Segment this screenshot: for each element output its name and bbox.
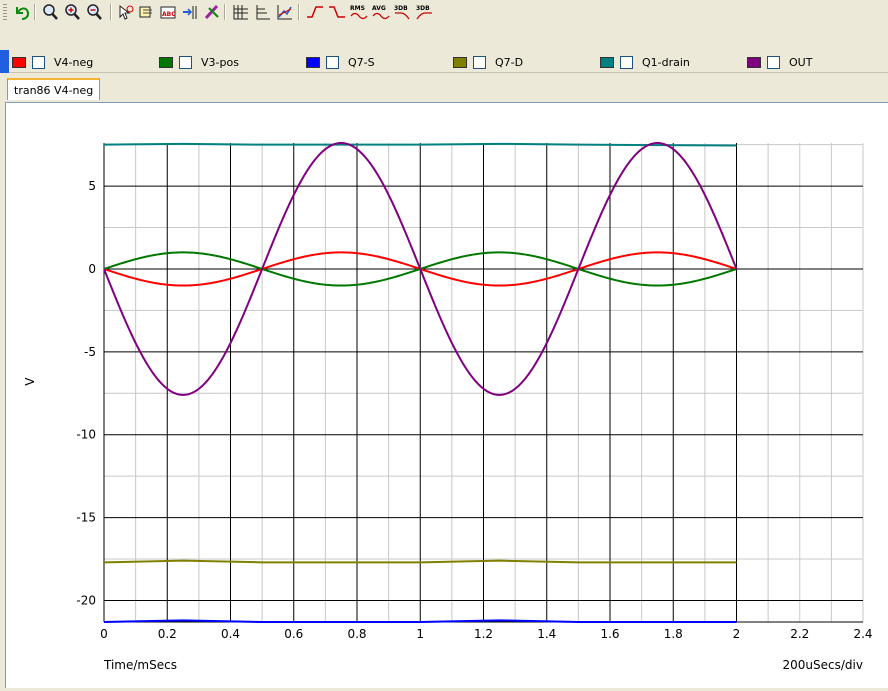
legend-color-swatch[interactable] [747,56,761,68]
scale-button[interactable] [274,3,294,21]
svg-text:AVG: AVG [372,5,386,12]
x-tick-label: 0 [100,627,108,641]
svg-text:ABC: ABC [162,11,176,18]
toolbar: ABC RMS AVG 3DB 3DB [0,0,888,24]
legend-checkbox[interactable] [767,55,780,69]
toolbar-separator [224,4,226,20]
legend-color-swatch[interactable] [453,56,467,68]
zoom-out-icon [86,4,102,20]
legend-label: Q7-D [495,55,524,69]
toolbar-separator [110,4,112,20]
pan-button[interactable] [136,3,156,21]
svg-text:3DB: 3DB [394,5,408,12]
legend-label: V3-pos [201,55,239,69]
y-tick-label: -5 [84,345,96,359]
tab-strip: tran86 V4-neg [0,73,888,103]
legend-color-swatch[interactable] [12,56,26,68]
rms-button[interactable]: RMS [348,3,368,21]
svg-text:RMS: RMS [350,5,365,12]
plot-panel: 0 0.2 0.4 0.6 0.8 1 1.2 1.4 1.6 1.8 2 2.2 2.4 5 0 -5 -10… [5,102,888,688]
y-axis-label: V [23,377,37,386]
zoom-out-button[interactable] [84,3,104,21]
zoom-icon [42,4,58,20]
axis-button[interactable] [252,3,272,21]
legend-bar: V4-neg V3-pos Q7-S Q7-D Q1-drain OUT [0,24,888,96]
axis-icon [256,5,270,20]
chart[interactable]: 0 0.2 0.4 0.6 0.8 1 1.2 1.4 1.6 1.8 2 2.2 2.4 5 0 -5 -10… [6,103,888,688]
x-tick-label: 1 [416,627,424,641]
legend-checkbox[interactable] [179,55,192,69]
x-tick-label: 0.2 [158,627,177,641]
rms-icon: RMS [350,5,368,20]
toolbar-separator [298,4,300,20]
legend-item: Q7-D [453,54,523,70]
y-tick-label: -20 [76,593,96,607]
x-division-label: 200uSecs/div [783,658,863,672]
fall-edge-icon [328,6,345,18]
insert-button[interactable] [180,3,200,21]
undo-button[interactable] [12,3,32,21]
pan-icon [139,6,152,18]
rise-edge-icon [306,6,323,18]
marker-button[interactable] [202,3,222,21]
y-tick-label: 5 [88,179,96,193]
legend-color-swatch[interactable] [159,56,173,68]
label-button[interactable]: ABC [158,3,178,21]
rise-button[interactable] [304,3,324,21]
x-tick-label: 0.8 [347,627,366,641]
3db-b-button[interactable]: 3DB [414,3,434,21]
cursor-button[interactable] [116,3,136,21]
legend-checkbox[interactable] [473,55,486,69]
x-tick-label: 0.4 [221,627,240,641]
legend-checkbox[interactable] [326,55,339,69]
scale-icon [277,5,292,20]
cursor-icon [119,4,133,20]
x-tick-label: 0.6 [284,627,303,641]
insert-icon [182,6,196,19]
legend-checkbox[interactable] [32,55,45,69]
grid-icon [233,5,248,20]
x-tick-label: 1.4 [537,627,556,641]
y-tick-label: 0 [88,262,96,276]
legend-label: V4-neg [54,55,94,69]
tab-graph[interactable]: tran86 V4-neg [7,78,101,100]
toolbar-grip[interactable] [3,4,7,20]
svg-text:3DB: 3DB [416,5,430,12]
x-tick-label: 1.2 [474,627,493,641]
3db-high-icon: 3DB [416,5,432,20]
fall-button[interactable] [326,3,346,21]
legend-item: Q7-S [306,54,375,70]
y-tick-label: -15 [76,511,96,525]
3db-low-icon: 3DB [394,5,410,20]
label-icon: ABC [160,6,176,19]
legend-item: V4-neg [12,54,93,70]
3db-a-button[interactable]: 3DB [392,3,412,21]
y-tick-label: -10 [76,428,96,442]
marker-icon [204,4,219,20]
zoom-in-icon [64,4,80,20]
x-tick-label: 2.4 [853,627,872,641]
zoom-button[interactable] [40,3,60,21]
legend-item: V3-pos [159,54,239,70]
legend-checkbox[interactable] [620,55,633,69]
tab-label: tran86 V4-neg [14,83,94,97]
legend-label: Q1-drain [642,55,690,69]
grid-button[interactable] [230,3,250,21]
toolbar-separator [34,4,36,20]
x-tick-label: 1.6 [600,627,619,641]
x-axis-label: Time/mSecs [103,658,177,672]
x-tick-label: 2 [733,627,741,641]
avg-icon: AVG [372,5,390,20]
legend-color-swatch[interactable] [600,56,614,68]
legend-color-swatch[interactable] [306,56,320,68]
zoom-in-button[interactable] [62,3,82,21]
undo-icon [15,7,29,20]
x-tick-label: 1.8 [664,627,683,641]
x-tick-label: 2.2 [790,627,809,641]
legend-label: Q7-S [348,55,375,69]
legend-item: Q1-drain [600,54,690,70]
legend-label: OUT [789,55,813,69]
avg-button[interactable]: AVG [370,3,390,21]
legend-item: OUT [747,54,812,70]
